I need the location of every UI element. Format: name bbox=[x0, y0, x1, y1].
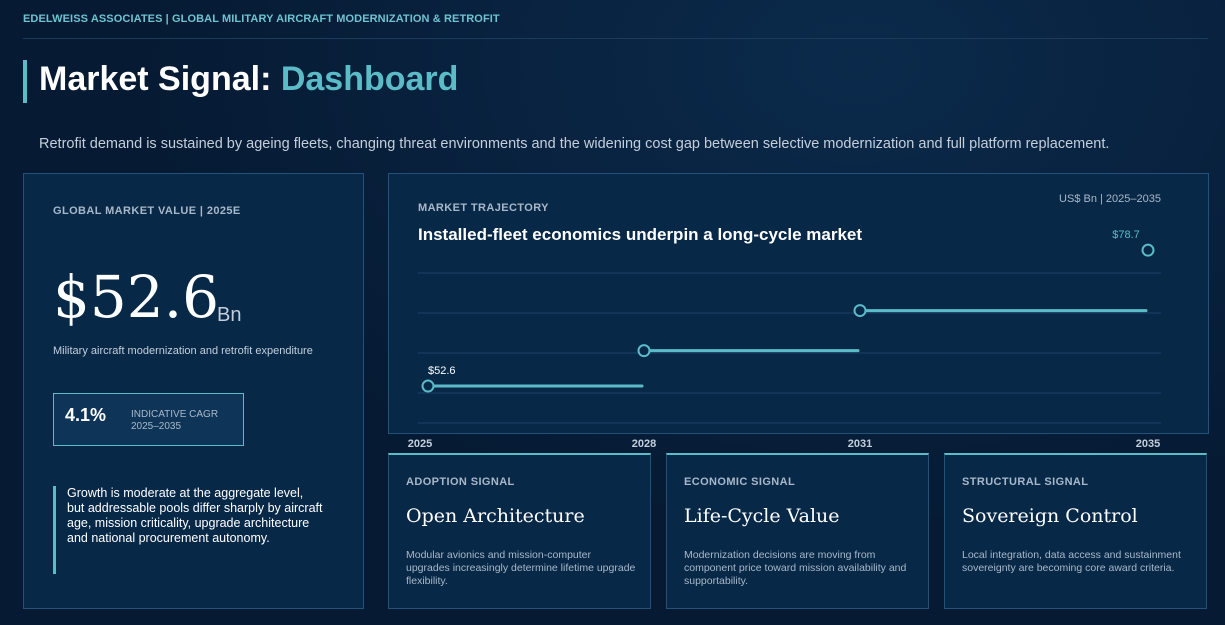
signal-label: ECONOMIC SIGNAL bbox=[684, 476, 796, 488]
chart-data-labels: $52.6 $78.7 bbox=[428, 229, 1140, 377]
chart-kicker: MARKET TRAJECTORY bbox=[418, 202, 549, 214]
data-point bbox=[421, 379, 435, 393]
signal-label: ADOPTION SIGNAL bbox=[406, 476, 515, 488]
cagr-label: INDICATIVE CAGR 2025–2035 bbox=[131, 409, 218, 433]
cagr-box: 4.1% INDICATIVE CAGR 2025–2035 bbox=[53, 393, 244, 446]
signal-description: Local integration, data access and susta… bbox=[962, 549, 1181, 574]
data-label: $78.7 bbox=[1112, 229, 1140, 241]
page-title-prefix: Market Signal: bbox=[39, 60, 281, 98]
page-title-accent: Dashboard bbox=[280, 60, 459, 98]
chart-series bbox=[426, 309, 1148, 388]
signal-title: Open Architecture bbox=[406, 505, 585, 527]
market-value-label: GLOBAL MARKET VALUE | 2025E bbox=[53, 205, 241, 217]
x-tick-label: 2035 bbox=[1136, 438, 1160, 450]
cagr-label-line-1: INDICATIVE CAGR bbox=[131, 409, 219, 420]
signal-title: Sovereign Control bbox=[962, 505, 1138, 527]
cagr-label-line-2: 2025–2035 bbox=[131, 421, 182, 432]
chart-title: Installed-fleet economics underpin a lon… bbox=[418, 225, 862, 244]
brand-bar: EDELWEISS ASSOCIATES | GLOBAL MILITARY A… bbox=[23, 13, 1208, 39]
data-label: $52.6 bbox=[428, 365, 456, 377]
brand-text: EDELWEISS ASSOCIATES | GLOBAL MILITARY A… bbox=[23, 13, 500, 25]
cagr-value: 4.1% bbox=[65, 405, 107, 425]
signal-label: STRUCTURAL SIGNAL bbox=[962, 476, 1089, 488]
market-value-card: GLOBAL MARKET VALUE | 2025E $52.6 Bn Mil… bbox=[23, 173, 364, 609]
signal-title: Life-Cycle Value bbox=[684, 505, 840, 527]
x-tick-label: 2028 bbox=[632, 438, 656, 450]
trajectory-chart: MARKET TRAJECTORY Installed-fleet econom… bbox=[408, 193, 1161, 450]
signal-description: Modernization decisions are moving from … bbox=[684, 549, 907, 587]
signal-card-structural: STRUCTURAL SIGNAL Sovereign Control Loca… bbox=[944, 453, 1207, 609]
x-tick-label: 2031 bbox=[848, 438, 872, 450]
chart-x-axis: 2025 2028 2031 2035 bbox=[408, 438, 1160, 450]
market-value-unit: Bn bbox=[217, 304, 242, 326]
signal-description: Modular avionics and mission-computer up… bbox=[406, 549, 636, 587]
growth-note: Growth is moderate at the aggregate leve… bbox=[53, 486, 323, 574]
signal-card-adoption: ADOPTION SIGNAL Open Architecture Modula… bbox=[388, 453, 651, 609]
data-point bbox=[637, 344, 651, 358]
data-point bbox=[1141, 243, 1155, 257]
market-value: $52.6 bbox=[53, 263, 220, 331]
chart-points bbox=[421, 243, 1155, 393]
chart-grid bbox=[418, 272, 1161, 424]
x-tick-label: 2025 bbox=[408, 438, 432, 450]
data-point bbox=[853, 304, 867, 318]
page-title-block: Market Signal: Dashboard bbox=[23, 60, 458, 103]
page-title: Market Signal: Dashboard bbox=[39, 56, 458, 102]
chart-units-label: US$ Bn | 2025–2035 bbox=[1059, 193, 1161, 205]
page-subtitle: Retrofit demand is sustained by ageing f… bbox=[39, 136, 1110, 152]
market-value-description: Military aircraft modernization and retr… bbox=[53, 345, 313, 357]
signal-card-economic: ECONOMIC SIGNAL Life-Cycle Value Moderni… bbox=[666, 453, 929, 609]
